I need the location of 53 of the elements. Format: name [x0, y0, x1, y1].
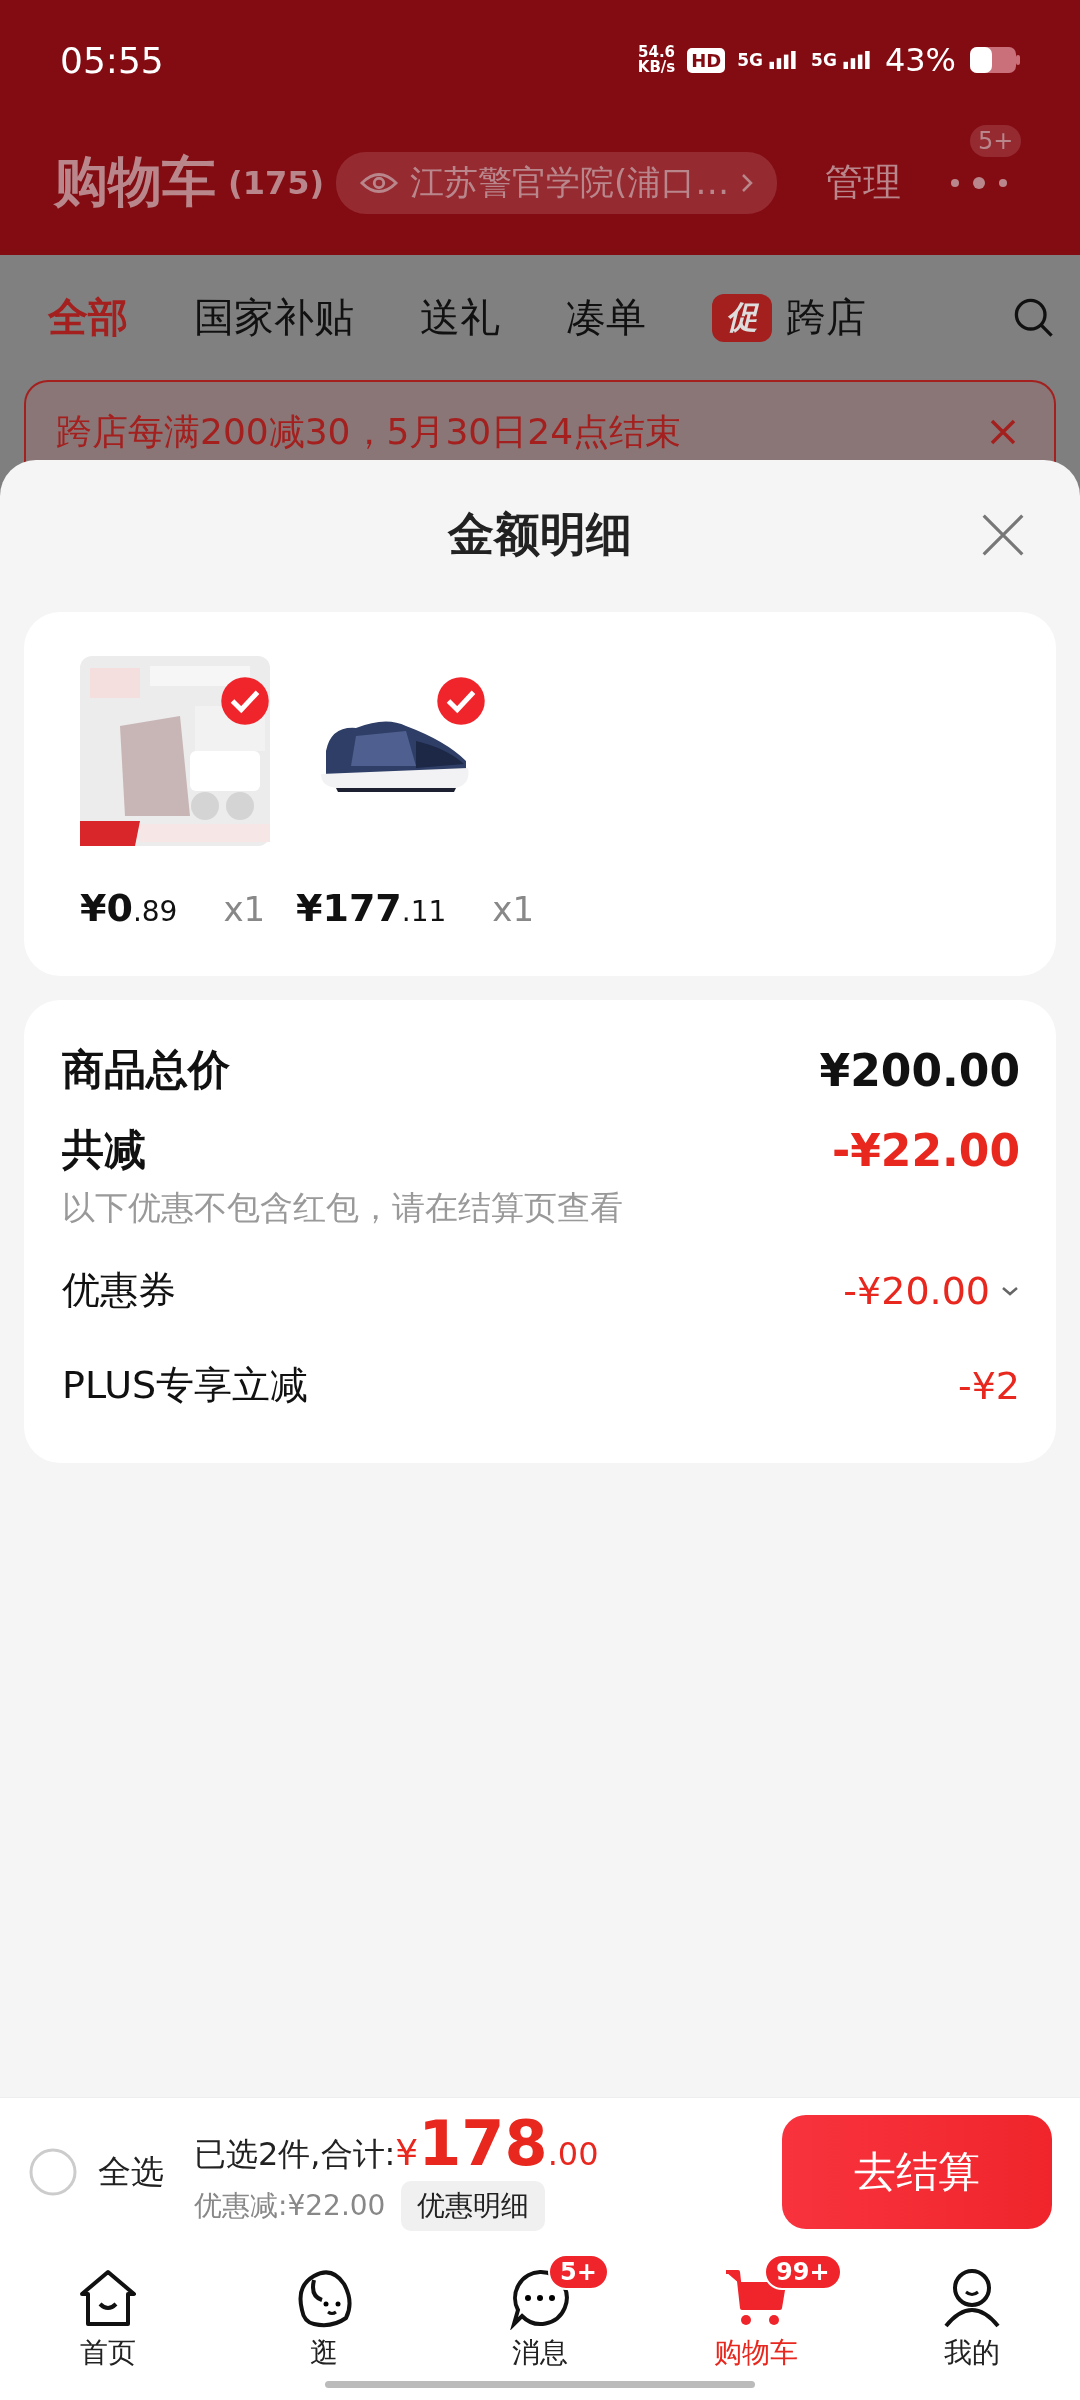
close-icon[interactable] [980, 512, 1026, 558]
total-amount: ¥178.00 [395, 2113, 599, 2175]
nav-item[interactable]: 逛 [224, 2248, 424, 2376]
count-badge: 5+ [548, 2254, 609, 2290]
summary-amount: -¥22.00 [831, 1124, 1020, 1176]
hd-badge: HD [687, 47, 726, 73]
eye-icon [360, 170, 399, 195]
select-all-label[interactable]: 全选 [98, 2149, 164, 2195]
check-icon[interactable] [436, 676, 486, 726]
nav-item[interactable]: 首页 [8, 2248, 208, 2376]
network-type: 5G [737, 50, 764, 70]
promo-text: 跨店每满200减30，5月30日24点结束 [56, 409, 682, 454]
summary-amount: ¥200.00 [819, 1044, 1020, 1096]
product-price: ¥177.11 [296, 886, 447, 930]
chevron-down-icon[interactable] [1000, 1284, 1020, 1297]
item-count: (175) [228, 163, 325, 202]
category-tab[interactable]: 送礼 [420, 290, 500, 345]
category-tab[interactable]: 促 跨店 [712, 290, 866, 345]
notification-badge: 5+ [969, 124, 1022, 157]
nav-item[interactable]: 5+ 消息 [440, 2248, 640, 2376]
category-tab[interactable]: 凑单 [566, 290, 646, 345]
status-time: 05:55 [60, 39, 164, 81]
category-tab[interactable]: 国家补贴 [194, 290, 354, 345]
address-button[interactable]: 江苏警官学院(浦口… [336, 151, 778, 214]
manage-button[interactable]: 管理 [819, 156, 908, 209]
product-price: ¥0.89 [80, 886, 178, 930]
nav-item[interactable]: 99+ 购物车 [656, 2248, 856, 2376]
selected-summary: 已选2件,合计: [194, 2134, 396, 2175]
summary-amount: -¥20.00 [843, 1268, 990, 1313]
select-all-radio[interactable] [28, 2147, 78, 2197]
summary-label: 共减 [62, 1124, 146, 1176]
checkout-button[interactable]: 去结算 [782, 2115, 1052, 2229]
discount-summary: 优惠减:¥22.00 [194, 2188, 386, 2224]
signal-icon [842, 51, 871, 69]
summary-label: 商品总价 [62, 1044, 230, 1096]
discount-detail-button[interactable]: 优惠明细 [401, 2181, 546, 2231]
product-quantity: x1 [223, 889, 266, 929]
summary-amount: -¥2 [957, 1363, 1020, 1408]
chevron-right-icon [741, 172, 754, 193]
signal-icon [769, 51, 798, 69]
network-speed: 54.6 KB/s [637, 45, 676, 75]
count-badge: 99+ [764, 2254, 842, 2290]
sheet-title: 金额明细 [448, 506, 632, 563]
page-title: 购物车 [54, 149, 216, 215]
discount-note: 以下优惠不包含红包，请在结算页查看 [62, 1187, 624, 1229]
summary-label: 优惠券 [62, 1267, 176, 1314]
battery-percent: 43% [884, 41, 956, 79]
network-type: 5G [811, 50, 837, 70]
nav-item[interactable]: 我的 [872, 2248, 1072, 2376]
battery-icon [970, 47, 1020, 73]
check-icon[interactable] [220, 676, 270, 726]
summary-label: PLUS专享立减 [62, 1362, 309, 1409]
product-quantity: x1 [492, 889, 535, 929]
